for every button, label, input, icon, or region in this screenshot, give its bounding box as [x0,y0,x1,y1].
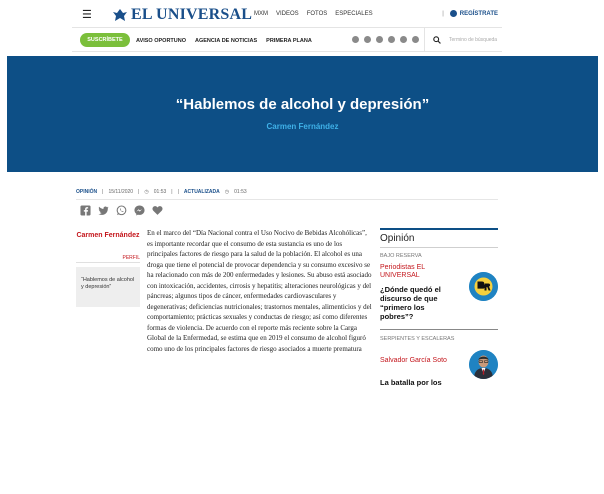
nav-item-primera-plana[interactable]: PRIMERA PLANA [266,38,312,44]
br-logo-icon [469,272,498,301]
bajo-reserva-logo[interactable] [469,272,498,301]
divider [76,199,498,200]
divider: | [102,189,104,195]
search-icon[interactable] [433,36,441,44]
top-header: ☰ EL UNIVERSAL MXM VIDEOS FOTOS ESPECIAL… [72,0,502,28]
site-logo[interactable]: EL UNIVERSAL [112,6,252,24]
opinion-top-rule [380,228,498,230]
search-placeholder: Termino de búsqueda [449,37,498,43]
section-label[interactable]: OPINIÓN [76,189,97,195]
subscribe-button[interactable]: SUSCRÍBETE [80,33,130,47]
twitter-icon[interactable] [376,36,383,43]
divider: | [177,189,179,195]
author-portrait-icon [469,350,498,379]
opinion-title: Opinión [380,233,415,244]
opinion-card-section[interactable]: SERPIENTES Y ESCALERAS [380,336,460,343]
nav-item-fotos[interactable]: FOTOS [307,11,328,17]
divider [380,247,498,248]
register-link[interactable]: | REGÍSTRATE [442,10,498,17]
nav-item-agencia-de-noticias[interactable]: AGENCIA DE NOTICIAS [195,38,257,44]
article-meta: OPINIÓN | 15/11/2020 | ◷ 01:53 | | ACTUA… [76,189,247,195]
facebook-icon[interactable] [80,205,91,216]
facebook-icon[interactable] [364,36,371,43]
author-name[interactable]: Carmen Fernández [76,232,140,240]
register-label: REGÍSTRATE [459,10,498,17]
whatsapp-icon[interactable] [116,205,127,216]
opinion-card-section[interactable]: BAJO RESERVA [380,253,460,260]
user-icon [449,10,457,17]
logo-text: EL UNIVERSAL [131,6,253,23]
article-body: En el marco del “Día Nacional contra el … [147,229,372,353]
nav-item-especiales[interactable]: ESPECIALES [335,11,372,17]
author-profile-link[interactable]: PERFIL [76,255,140,261]
social-links [352,36,419,43]
divider [380,329,498,330]
twitter-icon[interactable] [98,205,109,216]
divider: | [171,189,173,195]
opinion-card-author[interactable]: Periodistas EL UNIVERSAL [380,264,460,280]
opinion-card-headline[interactable]: La batalla por los [380,378,460,387]
divider: | [138,189,140,195]
hero-author[interactable]: Carmen Fernández [7,122,598,131]
menu-icon[interactable]: ☰ [82,8,92,21]
author-avatar[interactable] [469,350,498,379]
top-nav: MXM VIDEOS FOTOS ESPECIALES [254,11,373,17]
heart-icon[interactable] [152,205,163,216]
opinion-card-headline[interactable]: ¿Dónde quedó el discurso de que “primero… [380,285,454,321]
youtube-icon[interactable] [388,36,395,43]
clock-icon: ◷ [144,189,149,195]
publish-time: 01:53 [153,189,167,195]
eagle-logo-icon [113,9,127,21]
nav-item-aviso-oportuno[interactable]: AVISO OPORTUNO [136,38,186,44]
article-hero: “Hablemos de alcohol y depresión” Carmen… [7,56,598,172]
search-input[interactable]: Termino de búsqueda [424,28,502,52]
publish-date: 15/11/2020 [108,189,134,195]
updated-time: 01:53 [234,189,247,195]
pull-quote: “Hablemos de alcohol y depresión” [76,267,140,307]
article-title: “Hablemos de alcohol y depresión” [175,96,430,113]
opinion-card-author[interactable]: Salvador García Soto [380,357,450,365]
telegram-icon[interactable] [352,36,359,43]
divider [76,262,140,263]
section-nav: AVISO OPORTUNO AGENCIA DE NOTICIAS PRIME… [136,38,312,44]
section-navbar: SUSCRÍBETE AVISO OPORTUNO AGENCIA DE NOT… [72,28,502,52]
nav-item-videos[interactable]: VIDEOS [276,11,299,17]
share-bar [80,205,163,216]
updated-label: ACTUALIZADA [183,189,220,195]
messenger-icon[interactable] [134,205,145,216]
nav-item-mxm[interactable]: MXM [254,11,268,17]
updated-clock-icon: ◷ [224,189,230,195]
divider: | [442,10,444,17]
pinterest-icon[interactable] [412,36,419,43]
instagram-icon[interactable] [400,36,407,43]
